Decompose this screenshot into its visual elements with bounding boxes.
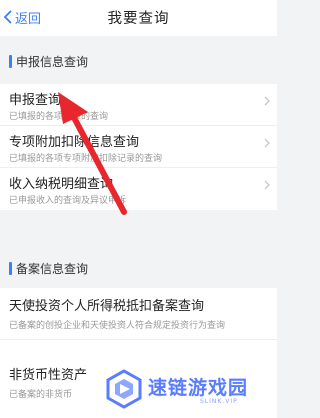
watermark: 速链游戏园 SLINK.VIP bbox=[100, 365, 277, 418]
section-accent-bar bbox=[9, 262, 12, 275]
item-subtitle: 已备案的创投企业和天使投资人符合规定投资行为查询 bbox=[9, 321, 226, 331]
list-item-special-deduction-query[interactable]: 专项附加扣除信息查询 已填报的各项专项附加扣除记录的查询 bbox=[0, 126, 277, 168]
declaration-query-list: 申报查询 已填报的各项报表的查询 专项附加扣除信息查询 已填报的各项专项附加扣除… bbox=[0, 84, 277, 210]
item-title: 天使投资个人所得税抵扣备案查询 bbox=[9, 299, 205, 314]
item-title: 非货币性资产 bbox=[9, 368, 88, 383]
list-item-angel-investment-filing-query[interactable]: 天使投资个人所得税抵扣备案查询 已备案的创投企业和天使投资人符合规定投资行为查询 bbox=[0, 288, 277, 340]
list-item-declaration-query[interactable]: 申报查询 已填报的各项报表的查询 bbox=[0, 84, 277, 126]
list-item-income-tax-detail-query[interactable]: 收入纳税明细查询 已申报收入的查询及异议申诉 bbox=[0, 168, 277, 210]
item-subtitle: 已申报收入的查询及异议申诉 bbox=[9, 196, 127, 206]
section-title: 备案信息查询 bbox=[16, 262, 89, 276]
watermark-logo-icon bbox=[106, 369, 142, 409]
watermark-url: SLINK.VIP bbox=[200, 398, 238, 405]
chevron-right-icon bbox=[264, 180, 270, 190]
section-accent-bar bbox=[9, 55, 12, 68]
item-subtitle: 已备案的非货币 bbox=[9, 390, 73, 400]
item-title: 专项附加扣除信息查询 bbox=[9, 135, 140, 150]
chevron-right-icon bbox=[264, 96, 270, 106]
section-header-filing: 备案信息查询 bbox=[0, 248, 277, 284]
watermark-name: 速链游戏园 bbox=[148, 377, 249, 399]
page-title: 我要查询 bbox=[107, 11, 170, 27]
section-header-declaration: 申报信息查询 bbox=[0, 44, 277, 78]
section-title: 申报信息查询 bbox=[16, 55, 89, 69]
item-subtitle: 已填报的各项报表的查询 bbox=[9, 112, 109, 122]
top-nav-bar: 返回 我要查询 bbox=[0, 0, 277, 36]
chevron-right-icon bbox=[264, 138, 270, 148]
item-title: 申报查询 bbox=[9, 93, 62, 108]
item-title: 收入纳税明细查询 bbox=[9, 177, 114, 192]
item-subtitle: 已填报的各项专项附加扣除记录的查询 bbox=[9, 154, 163, 164]
